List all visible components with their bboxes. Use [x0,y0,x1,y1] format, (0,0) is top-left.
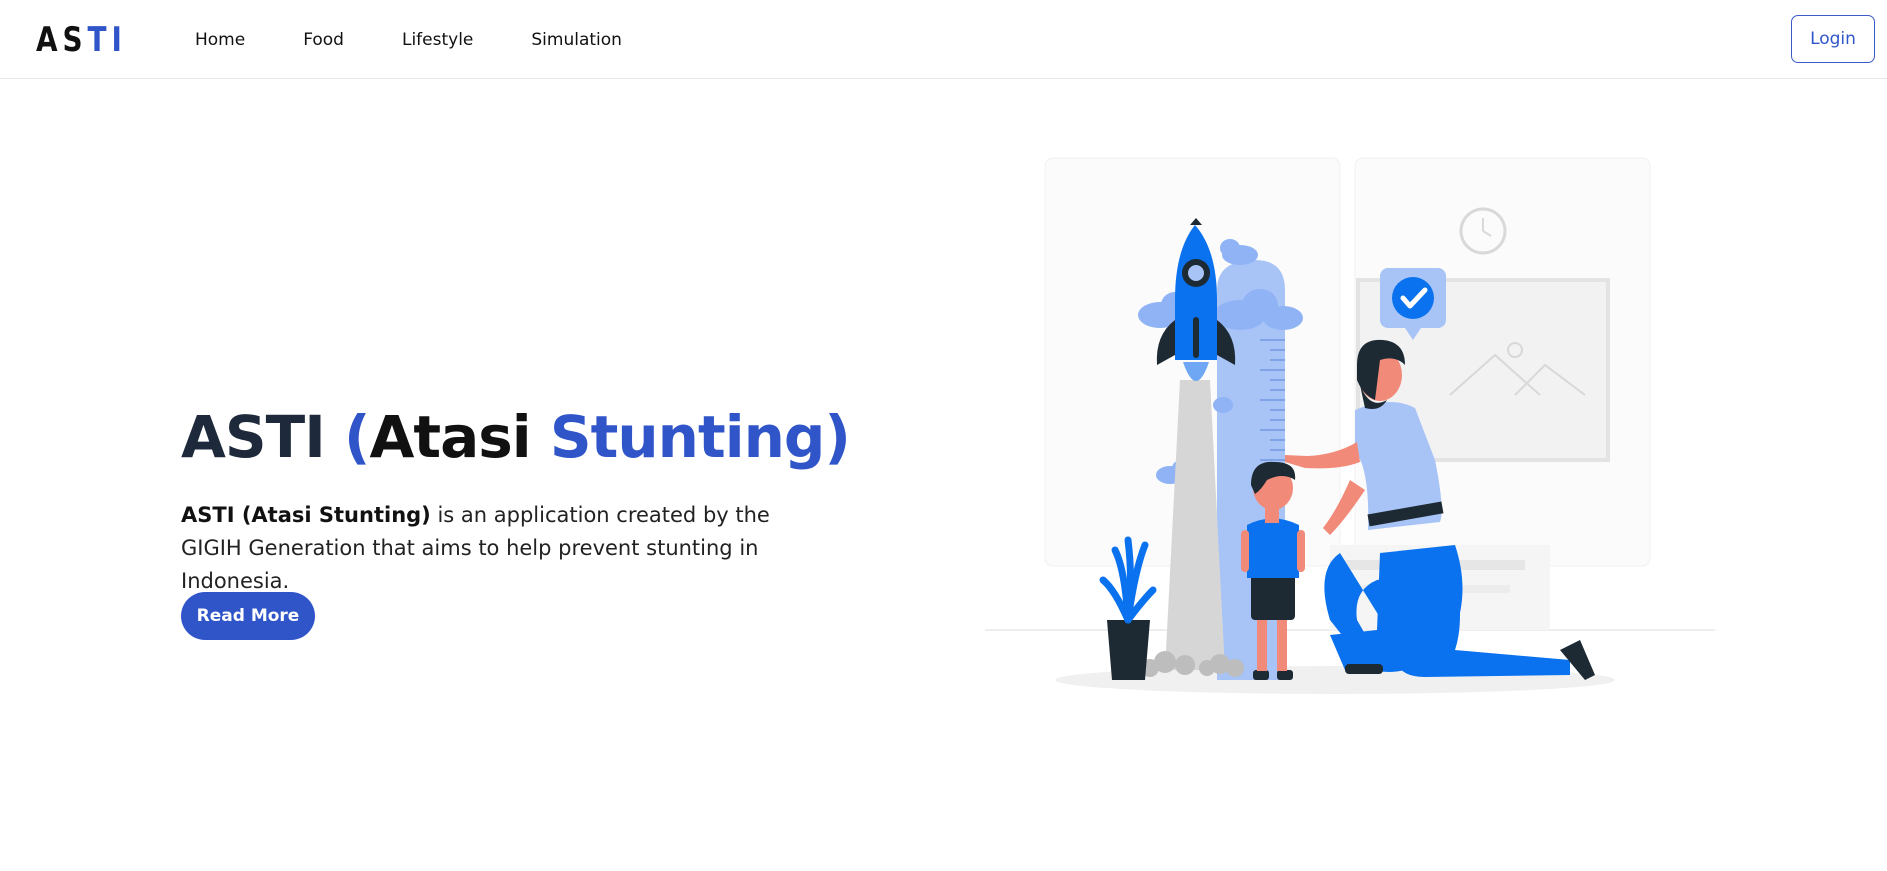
nav-link-home[interactable]: Home [195,29,245,51]
hero-illustration [985,157,1715,694]
read-more-button[interactable]: Read More [181,592,315,640]
logo-text-dark: AS [36,20,88,60]
nav-links: Home Food Lifestyle Simulation [195,29,680,51]
hero-title-word1: Atasi [369,403,532,471]
hero-description-bold: ASTI (Atasi Stunting) [181,503,431,527]
login-button[interactable]: Login [1791,15,1875,63]
hero-title-word2: Stunting) [549,403,851,471]
navbar: ASTI Home Food Lifestyle Simulation Logi… [0,0,1887,79]
nav-link-simulation[interactable]: Simulation [531,29,622,51]
nav-link-lifestyle[interactable]: Lifestyle [402,29,473,51]
hero-description: ASTI (Atasi Stunting) is an application … [181,499,791,598]
hero-title: ASTI (Atasi Stunting) [181,403,851,471]
hero-title-brand: ASTI [181,403,326,471]
nav-link-food[interactable]: Food [303,29,344,51]
logo-text-blue: TI [87,20,127,60]
hero-title-paren: ( [344,403,370,471]
asti-logo[interactable]: ASTI [36,22,127,58]
